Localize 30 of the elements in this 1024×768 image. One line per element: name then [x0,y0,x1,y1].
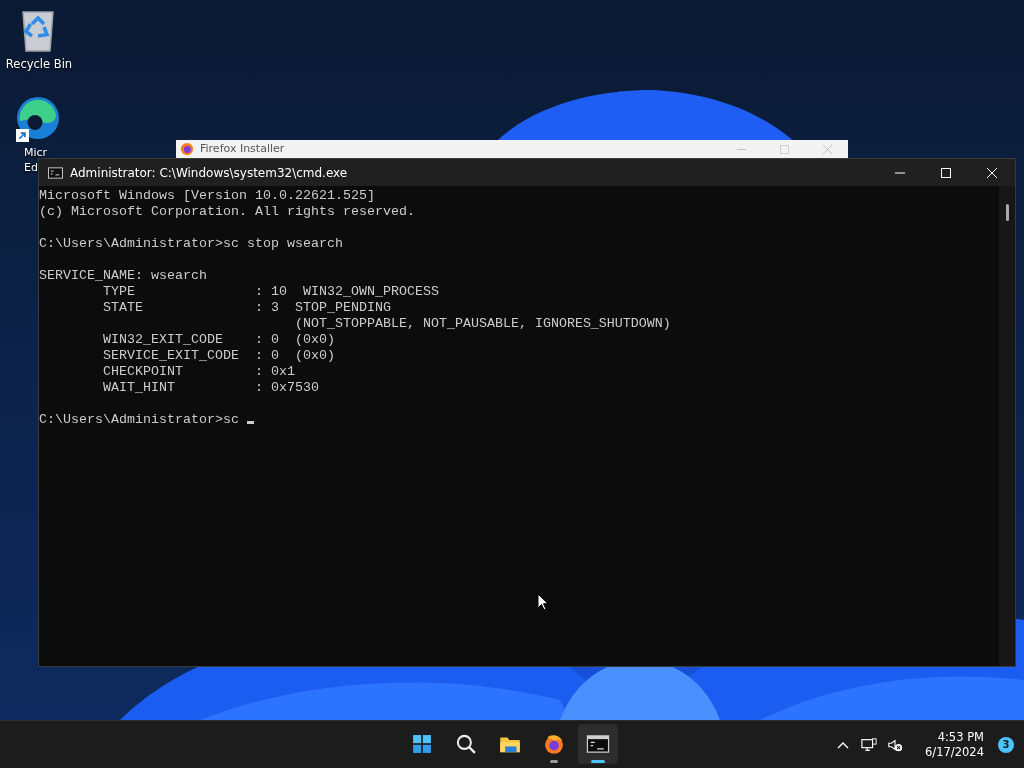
edge-icon[interactable] [14,94,62,142]
pointer-icon [537,593,549,611]
notification-badge[interactable]: 3 [998,736,1014,753]
console-line: CHECKPOINT : 0x1 [102,364,296,380]
desktop-icon-label[interactable]: Micr Ed [24,145,48,175]
clock-time[interactable]: 4:53 PM [937,729,984,745]
desktop-icon-label[interactable]: Recycle Bin [5,57,73,72]
muted-speaker-icon[interactable] [887,736,904,753]
close-icon [987,167,997,178]
console-line: Microsoft Windows [Version 10.0.22621.525] [39,188,376,204]
console-line: (c) Microsoft Corporation. All rights reserved. [39,204,416,220]
console-line: WIN32_EXIT_CODE : 0 (0x0) [102,332,336,348]
console-line: WAIT_HINT : 0x7530 [102,380,320,396]
console-line: C:\Users\Administrator>sc [39,412,999,428]
console-icon [48,166,63,179]
console-line: TYPE : 10 WIN32_OWN_PROCESS [102,284,440,300]
scrollbar[interactable] [999,186,1015,666]
console-line: STATE : 3 STOP_PENDING [102,300,392,316]
console-line: SERVICE_EXIT_CODE : 0 (0x0) [102,348,336,364]
scrollbar-thumb[interactable] [1005,204,1009,221]
clock-date[interactable]: 6/17/2024 [925,744,984,760]
window-title: Administrator: C:\Windows\system32\cmd.exe [70,165,348,180]
window-title: Firefox Installer [200,142,285,156]
console-line: C:\Users\Administrator>sc stop wsearch [39,236,344,252]
firefox-icon [180,142,194,156]
console-line: SERVICE_NAME: wsearch [39,268,208,284]
maximize-icon [941,167,951,178]
console-line: (NOT_STOPPABLE, NOT_PAUSABLE, IGNORES_SHUTDOWN) [293,316,672,332]
network-icon[interactable] [861,736,878,753]
taskbar-button[interactable] [578,724,618,764]
